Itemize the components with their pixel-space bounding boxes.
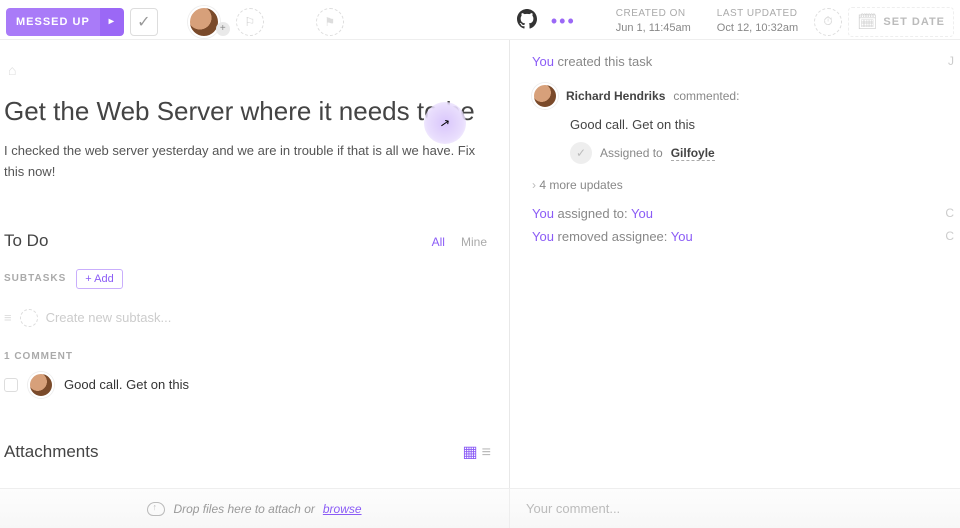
dropzone[interactable]: Drop files here to attach or browse — [0, 489, 510, 528]
task-panel: ⌂ Get the Web Server where it needs to b… — [0, 40, 510, 488]
priority-flag-placeholder[interactable]: ⚑ — [316, 8, 344, 36]
activity-author-avatar[interactable] — [532, 83, 558, 109]
activity-comment-body: Good call. Get on this — [570, 117, 960, 132]
github-icon[interactable] — [517, 9, 537, 34]
activity-created: You created this task J — [532, 54, 960, 69]
tag-icon[interactable]: ⌂ — [8, 62, 16, 78]
assignee-link[interactable]: Gilfoyle — [671, 146, 715, 161]
assignee-placeholder-icon[interactable] — [20, 309, 38, 327]
last-updated: LAST UPDATED Oct 12, 10:32am — [707, 7, 808, 36]
set-date-button[interactable]: 🗓 SET DATE — [848, 7, 954, 37]
caret-right-icon[interactable]: ▸ — [100, 8, 124, 36]
cursor-pulse-icon — [424, 102, 466, 144]
activity-time-glyph: J — [948, 54, 954, 68]
activity-assigned: You assigned to: You C — [532, 206, 960, 221]
activity-comment: Richard Hendriks commented: Good call. G… — [532, 83, 960, 164]
main-content: ⌂ Get the Web Server where it needs to b… — [0, 40, 960, 488]
comment-text: Good call. Get on this — [64, 377, 189, 392]
tab-all[interactable]: All — [424, 235, 453, 249]
toolbar: MESSED UP ▸ ✓ + ⚐ ⚑ ••• CREATED ON Jun 1… — [0, 0, 960, 40]
new-subtask-input[interactable]: ≡ Create new subtask... — [4, 309, 509, 327]
comment-checkbox[interactable] — [4, 378, 18, 392]
activity-assigned-pill: ✓ Assigned to Gilfoyle — [570, 142, 960, 164]
task-description[interactable]: I checked the web server yesterday and w… — [4, 141, 509, 183]
calendar-icon: 🗓 — [857, 12, 877, 32]
activity-panel: You created this task J Richard Hendriks… — [510, 40, 960, 488]
attachments-view-toggle[interactable]: ▦≡ — [463, 442, 495, 462]
tab-mine[interactable]: Mine — [453, 235, 495, 249]
checkmark-button[interactable]: ✓ — [130, 8, 158, 36]
more-updates-toggle[interactable]: 4 more updates — [532, 178, 960, 192]
comment-row[interactable]: Good call. Get on this — [4, 372, 509, 398]
comment-count: 1 COMMENT — [4, 351, 509, 362]
list-view-icon[interactable]: ≡ — [482, 444, 495, 461]
timer-placeholder[interactable]: ⏱ — [814, 8, 842, 36]
activity-removed: You removed assignee: You C — [532, 229, 960, 244]
attachments-heading: Attachments — [4, 442, 463, 462]
check-circle-icon: ✓ — [570, 142, 592, 164]
upload-cloud-icon — [147, 502, 165, 516]
add-assignee-icon[interactable]: + — [216, 22, 230, 36]
comment-input[interactable]: Your comment... — [510, 489, 960, 528]
created-on: CREATED ON Jun 1, 11:45am — [606, 7, 701, 36]
add-watcher-placeholder[interactable]: ⚐ — [236, 8, 264, 36]
assignee-avatar[interactable] — [188, 6, 220, 38]
todo-heading: To Do — [4, 231, 424, 251]
status-dropdown[interactable]: MESSED UP ▸ — [6, 8, 124, 36]
subtasks-label: SUBTASKS — [4, 273, 66, 284]
add-subtask-button[interactable]: + Add — [76, 269, 122, 289]
more-menu-icon[interactable]: ••• — [543, 11, 584, 32]
grid-view-icon[interactable]: ▦ — [463, 444, 482, 461]
commenter-avatar[interactable] — [28, 372, 54, 398]
status-label: MESSED UP — [6, 8, 100, 36]
footer: Drop files here to attach or browse Your… — [0, 488, 960, 528]
list-icon: ≡ — [4, 310, 12, 325]
browse-link[interactable]: browse — [323, 502, 362, 516]
